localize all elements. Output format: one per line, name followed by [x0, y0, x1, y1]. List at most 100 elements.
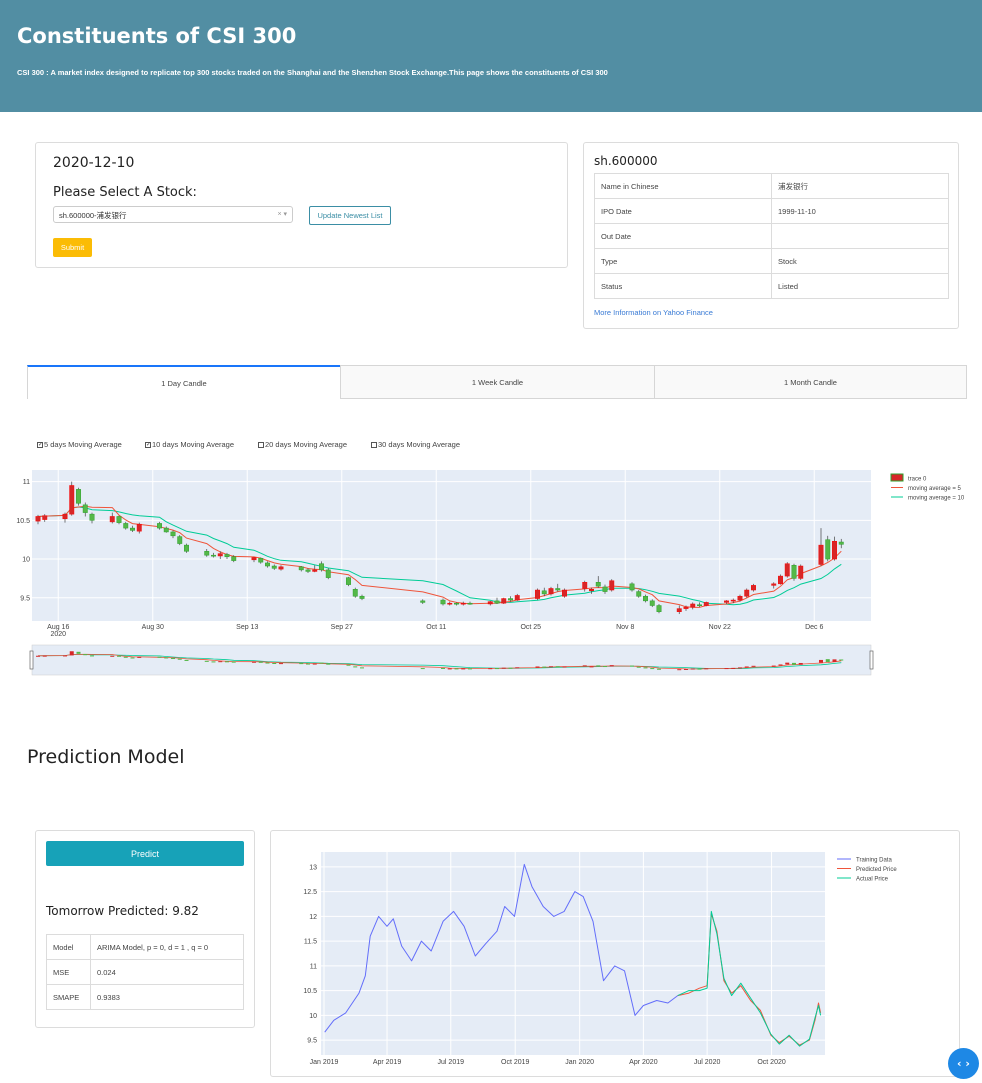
metrics-table: Model ARIMA Model, p = 0, d = 1 , q = 0 MS…: [46, 934, 244, 1010]
range-candle: [636, 666, 641, 668]
range-candle: [495, 668, 499, 670]
metric-row: SMAPE 0.9383: [46, 984, 244, 1010]
checkbox-icon[interactable]: ✓: [145, 442, 151, 449]
y-tick-label: 11.5: [304, 939, 317, 946]
range-handle-right[interactable]: [869, 650, 874, 670]
checkbox-icon[interactable]: [258, 442, 264, 449]
ma-option-10[interactable]: ✓10 days Moving Average: [145, 440, 234, 449]
range-candle: [535, 666, 540, 668]
legend-label[interactable]: trace 0: [908, 477, 927, 483]
checkbox-icon[interactable]: [371, 442, 377, 449]
range-candle: [360, 667, 364, 669]
candle: [211, 554, 216, 557]
stock-info-card: sh.600000 Name in Chinese 浦发银行 IPO Date 199…: [583, 142, 959, 329]
ma-option-30[interactable]: 30 days Moving Average: [371, 440, 460, 449]
candle: [798, 565, 804, 579]
stock-dropdown[interactable]: sh.600000-浦发银行 × ▾: [53, 206, 293, 223]
range-candle: [609, 665, 614, 667]
candle: [346, 577, 351, 585]
candle: [541, 590, 547, 595]
predict-button[interactable]: Predict: [46, 841, 244, 866]
range-candle: [306, 663, 310, 665]
legend-label[interactable]: Predicted Price: [856, 867, 897, 873]
candle: [656, 605, 662, 612]
info-label: IPO Date: [594, 198, 772, 224]
candle: [82, 504, 88, 513]
range-candle: [204, 660, 209, 662]
range-candle: [461, 668, 466, 670]
candle: [319, 563, 324, 571]
range-candle: [488, 668, 493, 670]
select-stock-label: Please Select A Stock:: [53, 185, 197, 200]
candle: [636, 591, 642, 597]
candle: [89, 513, 95, 521]
y-tick-label: 9.5: [307, 1038, 317, 1045]
candle: [784, 563, 790, 577]
y-tick-label: 10: [309, 1013, 317, 1020]
range-candle: [346, 664, 351, 666]
page-header: Constituents of CSI 300 CSI 300 : A mark…: [0, 0, 982, 112]
candle: [649, 600, 655, 606]
tab-1-week-candle[interactable]: 1 Week Candle: [340, 365, 655, 399]
range-candle: [326, 663, 331, 665]
y-tick-label: 9.5: [20, 595, 30, 602]
clear-icon[interactable]: ×: [277, 211, 281, 218]
candle: [724, 600, 729, 603]
candle: [683, 606, 689, 609]
update-list-button[interactable]: Update Newest List: [309, 206, 391, 225]
range-candle: [562, 666, 567, 668]
range-slider[interactable]: [31, 644, 872, 676]
checkbox-icon[interactable]: ✓: [37, 442, 43, 449]
range-candle: [582, 665, 587, 667]
range-candle: [258, 661, 263, 663]
yahoo-finance-link[interactable]: More Information on Yahoo Finance: [594, 308, 713, 317]
range-candle: [785, 662, 790, 665]
candle: [298, 566, 304, 571]
info-label: Name in Chinese: [594, 173, 772, 199]
y-tick-label: 10: [22, 557, 30, 564]
legend-label[interactable]: moving average = 10: [908, 496, 965, 502]
candle: [440, 599, 446, 605]
candle: [136, 523, 142, 532]
tab-1-month-candle[interactable]: 1 Month Candle: [654, 365, 967, 399]
plot-area: [321, 852, 825, 1055]
range-handle-left[interactable]: [29, 650, 34, 670]
info-value: [771, 223, 949, 249]
y-tick-label: 10.5: [303, 988, 317, 995]
x-tick-label: Aug 16: [47, 624, 69, 631]
dropdown-controls: × ▾: [277, 210, 287, 218]
range-candle: [643, 667, 648, 669]
prediction-line-chart[interactable]: 9.5 10 10.5 11 11.5 12 12.5 13 Jan 2019 Apr 2019 J…: [271, 831, 959, 1076]
ma-option-20[interactable]: 20 days Moving Average: [258, 440, 347, 449]
legend-label[interactable]: Actual Price: [856, 877, 889, 883]
range-candle: [157, 656, 162, 658]
legend-label[interactable]: moving average = 5: [908, 486, 962, 492]
x-year-label: 2020: [50, 631, 66, 638]
candle: [535, 589, 540, 599]
metric-value: 0.024: [90, 959, 244, 985]
legend-swatch: [890, 473, 904, 482]
legend-label[interactable]: Training Data: [856, 858, 892, 864]
current-date: 2020-12-10: [53, 155, 135, 171]
x-tick-label: Jan 2020: [565, 1059, 594, 1066]
range-candle: [137, 656, 142, 658]
submit-button[interactable]: Submit: [53, 238, 92, 257]
candlestick-chart[interactable]: 9.5 10 10.5 11 Aug 16 Aug 30 Sep 13 Sep 27 Oct 1…: [0, 462, 982, 712]
candle: [217, 553, 223, 557]
tab-1-day-candle[interactable]: 1 Day Candle: [27, 365, 341, 399]
y-tick-label: 10.5: [16, 518, 30, 525]
info-value: Listed: [771, 273, 949, 299]
candle: [460, 602, 466, 605]
x-tick-label: Aug 30: [142, 624, 164, 631]
ma-option-5[interactable]: ✓5 days Moving Average: [37, 440, 122, 449]
candle: [76, 489, 81, 504]
stock-info-table: Name in Chinese 浦发银行 IPO Date 1999-11-10 Out…: [594, 173, 949, 299]
range-candle: [825, 659, 830, 662]
metric-row: Model ARIMA Model, p = 0, d = 1 , q = 0: [46, 934, 244, 960]
chevron-down-icon[interactable]: ▾: [283, 211, 287, 218]
code-toggle-button[interactable]: ‹ ›: [948, 1048, 979, 1079]
range-candle: [319, 662, 324, 664]
x-tick-label: Oct 11: [426, 624, 446, 631]
candle: [42, 515, 48, 520]
metric-value: ARIMA Model, p = 0, d = 1 , q = 0: [90, 934, 244, 960]
